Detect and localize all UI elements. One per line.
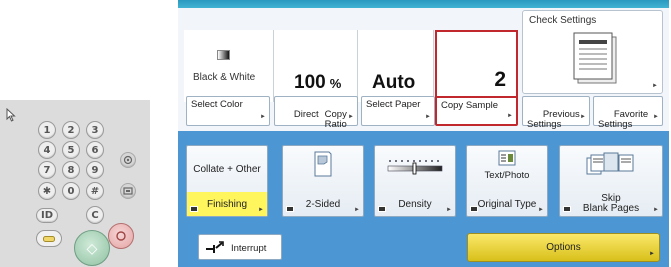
- id-key[interactable]: ID: [36, 208, 58, 223]
- energy-saver-key[interactable]: [120, 183, 136, 199]
- skip-blank-pages-icon: [560, 150, 662, 176]
- key-1[interactable]: 1: [38, 121, 56, 139]
- black-white-icon: [217, 50, 230, 60]
- favorite-settings-button[interactable]: Favorite Settings ►: [593, 96, 663, 130]
- finishing-button[interactable]: Collate + Other Finishing ►: [186, 145, 268, 217]
- start-diamond-icon: ◇: [86, 239, 98, 256]
- settings-menu-icon: [123, 155, 133, 165]
- original-type-arrow-icon: ►: [538, 207, 544, 213]
- key-6[interactable]: 6: [86, 141, 104, 159]
- key-0[interactable]: 0: [62, 182, 80, 200]
- hardware-keypad: 1 2 3 4 5 6 7 8 9 ✱ 0 # ID C ◇: [0, 100, 150, 267]
- copy-ratio-arrow-icon: ►: [348, 114, 354, 120]
- check-settings-button[interactable]: Check Settings ►: [522, 10, 663, 94]
- key-9[interactable]: 9: [86, 161, 104, 179]
- reset-key[interactable]: [108, 223, 134, 249]
- original-type-button[interactable]: Text/Photo Original Type ►: [466, 145, 548, 217]
- key-4[interactable]: 4: [38, 141, 56, 159]
- key-hash[interactable]: #: [86, 182, 104, 200]
- finishing-text: Finishing: [206, 198, 248, 210]
- skip-blank-pages-label: Skip Blank Pages: [560, 192, 662, 216]
- select-paper-button[interactable]: Select Paper ►: [361, 96, 435, 126]
- select-paper-arrow-icon: ►: [425, 114, 431, 120]
- select-color-label: Select Color: [191, 99, 243, 110]
- interrupt-label: Interrupt: [231, 243, 267, 254]
- copy-quantity-display[interactable]: 2: [435, 30, 518, 102]
- check-settings-arrow-icon: ►: [652, 83, 658, 89]
- ratio-unit: %: [329, 76, 342, 91]
- previous-settings-button[interactable]: Previous Settings ►: [522, 96, 590, 130]
- two-sided-text: 2-Sided: [305, 198, 341, 210]
- screen-top-bar: [178, 0, 669, 8]
- density-arrow-icon: ►: [446, 207, 452, 213]
- copy-ratio-button[interactable]: Direct Copy Ratio ►: [274, 96, 358, 130]
- key-5[interactable]: 5: [62, 141, 80, 159]
- density-slider-icon: [375, 158, 455, 176]
- finishing-label: Finishing: [187, 192, 267, 216]
- stop-key[interactable]: [36, 230, 62, 247]
- paper-display: Auto: [358, 30, 434, 102]
- copy-sample-label: Copy Sample: [441, 100, 499, 111]
- density-text: Density: [398, 198, 432, 210]
- reset-icon: [116, 231, 126, 241]
- touch-panel-screen: Black & White 100% Auto 2 Check Settings…: [178, 0, 669, 267]
- finishing-current-value: Collate + Other: [193, 164, 261, 175]
- previous-settings-arrow-icon: ►: [580, 114, 586, 120]
- direct-label: Direct: [293, 109, 319, 120]
- select-paper-label: Select Paper: [366, 99, 421, 110]
- copy-ratio-value: 100%: [294, 72, 341, 94]
- color-mode-label: Black & White: [193, 72, 256, 83]
- select-color-arrow-icon: ►: [260, 114, 266, 120]
- options-button[interactable]: Options ►: [467, 233, 660, 262]
- two-sided-icon: [283, 150, 363, 180]
- original-type-status-icon: [470, 206, 478, 212]
- copy-sample-button[interactable]: Copy Sample ►: [435, 96, 518, 126]
- text-photo-icon: [467, 150, 547, 166]
- select-color-button[interactable]: Select Color ►: [186, 96, 270, 126]
- density-button[interactable]: Density ►: [374, 145, 456, 217]
- two-sided-arrow-icon: ►: [354, 207, 360, 213]
- skip-blank-pages-text: Skip Blank Pages: [582, 193, 640, 214]
- document-stack-icon: [573, 32, 617, 84]
- skip-blank-pages-status-icon: [563, 206, 571, 212]
- copy-ratio-label: Copy Ratio: [324, 109, 347, 130]
- key-star[interactable]: ✱: [38, 182, 56, 200]
- key-7[interactable]: 7: [38, 161, 56, 179]
- energy-saver-icon: [123, 187, 133, 195]
- original-type-text: Original Type: [477, 198, 537, 210]
- options-label: Options: [546, 242, 581, 253]
- color-mode-display: Black & White: [184, 30, 274, 102]
- stop-indicator-icon: [43, 235, 55, 242]
- finishing-status-icon: [190, 206, 198, 212]
- two-sided-label: 2-Sided: [283, 192, 363, 216]
- settings-menu-key[interactable]: [120, 152, 136, 168]
- options-arrow-icon: ►: [649, 251, 655, 257]
- two-sided-button[interactable]: 2-Sided ►: [282, 145, 364, 217]
- original-type-label: Original Type: [467, 192, 547, 216]
- ratio-number: 100: [294, 72, 326, 93]
- key-8[interactable]: 8: [62, 161, 80, 179]
- key-3[interactable]: 3: [86, 121, 104, 139]
- key-2[interactable]: 2: [62, 121, 80, 139]
- skip-blank-pages-button[interactable]: Skip Blank Pages ►: [559, 145, 663, 217]
- mouse-pointer-icon: [6, 108, 16, 122]
- two-sided-status-icon: [286, 206, 294, 212]
- copy-sample-arrow-icon: ►: [507, 113, 513, 119]
- favorite-settings-arrow-icon: ►: [653, 114, 659, 120]
- start-key[interactable]: ◇: [74, 230, 110, 266]
- density-status-icon: [378, 206, 386, 212]
- check-settings-label: Check Settings: [529, 15, 597, 26]
- density-label: Density: [375, 192, 455, 216]
- copy-quantity-value: 2: [494, 68, 506, 91]
- paper-value: Auto: [372, 72, 416, 93]
- interrupt-icon: [206, 241, 224, 253]
- original-type-current-value: Text/Photo: [484, 170, 530, 181]
- skip-blank-pages-arrow-icon: ►: [653, 207, 659, 213]
- clear-key[interactable]: C: [86, 206, 104, 224]
- finishing-arrow-icon: ►: [258, 207, 264, 213]
- copy-ratio-display: 100%: [274, 30, 358, 102]
- interrupt-button[interactable]: Interrupt: [198, 234, 282, 260]
